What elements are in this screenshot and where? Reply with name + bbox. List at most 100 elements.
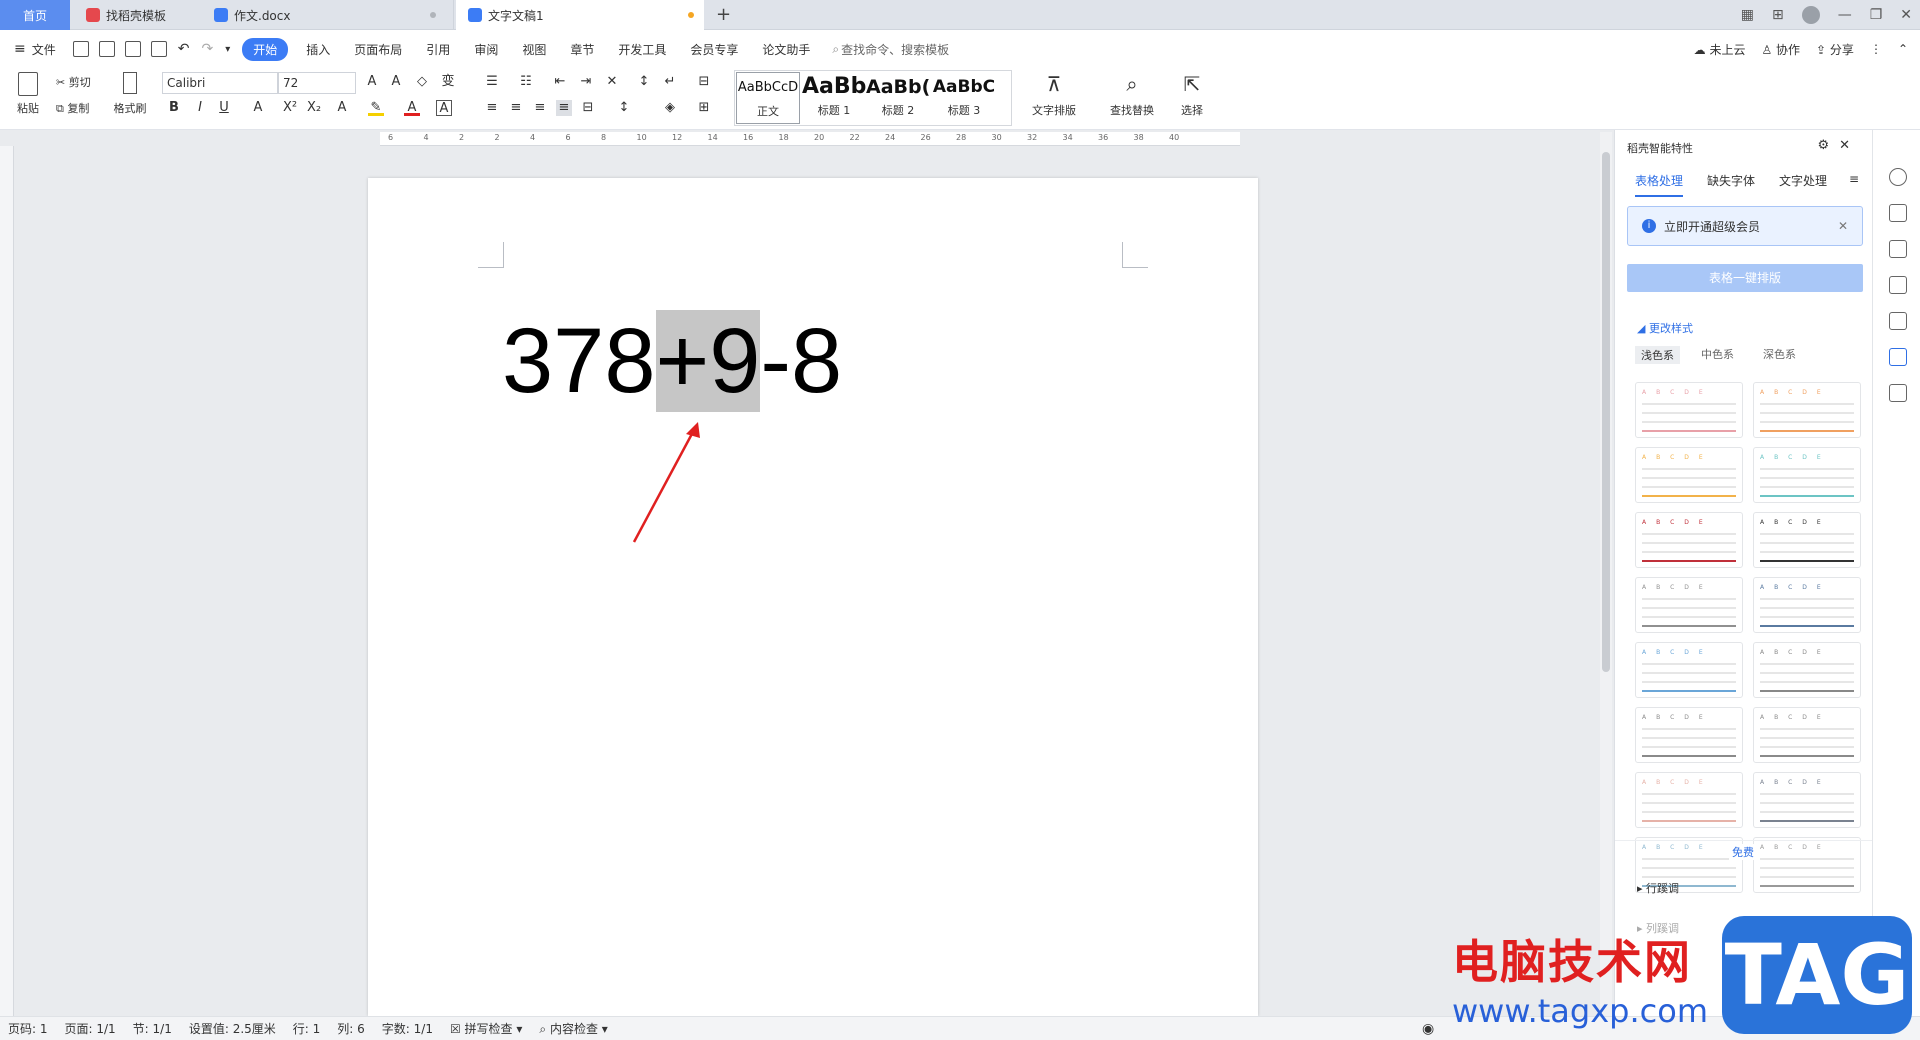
text-layout-button[interactable]: ⊼ 文字排版	[1026, 72, 1082, 118]
underline-icon[interactable]: U	[216, 100, 232, 116]
document-page[interactable]: 378+9-8	[368, 178, 1258, 1016]
panel-tab-fonts[interactable]: 缺失字体	[1707, 172, 1755, 189]
strikethrough-icon[interactable]: A	[250, 100, 266, 116]
paste-button[interactable]: 粘贴	[12, 72, 44, 116]
pointer-icon[interactable]	[1889, 240, 1907, 258]
select-button[interactable]: ⇱ 选择	[1172, 72, 1212, 118]
notice-close-icon[interactable]: ✕	[1838, 219, 1848, 233]
more-icon[interactable]: ⋮	[1870, 42, 1882, 56]
rocket-icon[interactable]	[1889, 168, 1907, 186]
horizontal-ruler[interactable]: 6 4 2 2 4 6 8 10 12 14 16 18 20 22 24 26 28 30 32 34 36 38 40	[380, 132, 1240, 146]
undo-icon[interactable]: ↶	[178, 41, 190, 57]
table-tools-icon[interactable]: ⊟	[696, 74, 712, 90]
panel-tab-table[interactable]: 表格处理	[1635, 172, 1684, 197]
export-pdf-icon[interactable]	[98, 41, 115, 57]
pen-icon[interactable]	[1889, 204, 1907, 222]
format-painter-button[interactable]: 格式刷	[110, 72, 150, 116]
redo-icon[interactable]: ↷	[201, 41, 213, 57]
cloud-status[interactable]: ☁ 未上云	[1694, 41, 1746, 58]
document-scrollbar[interactable]	[1600, 132, 1612, 1016]
numbering-icon[interactable]: ☷	[518, 74, 534, 90]
menu-review[interactable]: 审阅	[462, 41, 510, 58]
close-tab-icon[interactable]	[430, 12, 436, 18]
highlight-icon[interactable]: ✎	[368, 100, 384, 116]
menu-icon[interactable]: ≡	[14, 41, 26, 57]
shrink-font-icon[interactable]: A	[388, 74, 404, 90]
grow-font-icon[interactable]: A	[364, 74, 380, 90]
subscript-icon[interactable]: X₂	[306, 100, 322, 116]
bullets-icon[interactable]: ☰	[484, 74, 500, 90]
table-style-thumbnail[interactable]: ABCDE	[1635, 382, 1743, 438]
print-preview-icon[interactable]	[150, 41, 167, 57]
location-icon[interactable]	[1889, 348, 1907, 366]
menu-chapter[interactable]: 章节	[558, 41, 606, 58]
document-text[interactable]: 378+9-8	[502, 306, 842, 416]
menu-thesis[interactable]: 论文助手	[750, 41, 822, 58]
table-style-thumbnail[interactable]: ABCDE	[1753, 577, 1861, 633]
char-border-icon[interactable]: A	[436, 100, 452, 116]
decrease-indent-icon[interactable]: ⇤	[552, 74, 568, 90]
tab-current-doc[interactable]: 文字文稿1	[456, 0, 704, 30]
line-spacing-icon[interactable]: ↕	[616, 100, 632, 116]
content-check-button[interactable]: ⌕ 内容检查 ▾	[531, 1020, 616, 1037]
table-style-thumbnail[interactable]: ABCDE	[1753, 382, 1861, 438]
phonetic-icon[interactable]: 变	[440, 74, 456, 90]
subtab-dark[interactable]: 深色系	[1763, 346, 1796, 362]
subtab-light[interactable]: 浅色系	[1635, 346, 1680, 364]
chevron-down-icon[interactable]: ▾	[225, 44, 230, 55]
bold-icon[interactable]: B	[166, 100, 182, 116]
vertical-ruler[interactable]	[0, 146, 14, 1016]
status-page[interactable]: 页码: 1	[0, 1020, 57, 1037]
menu-references[interactable]: 引用	[414, 41, 462, 58]
tab-essay-doc[interactable]: 作文.docx	[202, 0, 454, 30]
font-name-select[interactable]: Calibri	[162, 72, 278, 94]
spell-check-button[interactable]: ☒ 拼写检查 ▾	[442, 1020, 531, 1037]
eye-protect-icon[interactable]: ◉	[1422, 1021, 1434, 1037]
superscript-icon[interactable]: X²	[282, 100, 298, 116]
table-style-thumbnail[interactable]: ABCDE	[1635, 447, 1743, 503]
table-style-thumbnail[interactable]: ABCDE	[1635, 577, 1743, 633]
menu-home-tab[interactable]: 开始	[242, 37, 289, 61]
table-style-thumbnail[interactable]: ABCDE	[1753, 707, 1861, 763]
table-style-thumbnail[interactable]: ABCDE	[1753, 837, 1861, 893]
panel-settings-icon[interactable]: ⚙✕	[1817, 138, 1860, 153]
find-replace-button[interactable]: ⌕ 查找替换	[1104, 72, 1160, 118]
align-right-icon[interactable]: ≡	[532, 100, 548, 116]
show-marks-icon[interactable]: ↵	[662, 74, 678, 90]
style-heading3[interactable]: AaBbC 标题 3	[932, 72, 996, 124]
cut-button[interactable]: ✂ 剪切	[56, 74, 91, 90]
scroll-thumb[interactable]	[1602, 152, 1610, 672]
subtab-medium[interactable]: 中色系	[1701, 346, 1734, 362]
close-icon[interactable]: ✕	[1900, 7, 1912, 23]
style-normal[interactable]: AaBbCcD 正文	[736, 72, 800, 124]
clear-format-icon[interactable]: ◇	[414, 74, 430, 90]
minimize-icon[interactable]: —	[1838, 7, 1852, 23]
table-style-thumbnail[interactable]: ABCDE	[1753, 772, 1861, 828]
table-style-thumbnail[interactable]: ABCDE	[1635, 512, 1743, 568]
style-heading1[interactable]: AaBb 标题 1	[802, 72, 866, 124]
vip-notice[interactable]: i 立即开通超级会员 ✕	[1627, 206, 1863, 246]
tab-home[interactable]: 首页	[0, 0, 70, 30]
row-adjust-section[interactable]: ▸ 行蹊调	[1637, 880, 1679, 896]
selected-text[interactable]: +9	[655, 310, 761, 412]
menu-insert[interactable]: 插入	[294, 41, 342, 58]
menu-file[interactable]: 文件	[26, 41, 68, 58]
save-icon[interactable]	[72, 41, 89, 57]
table-style-thumbnail[interactable]: ABCDE	[1753, 512, 1861, 568]
status-setting[interactable]: 设置值: 2.5厘米	[181, 1020, 285, 1037]
restore-icon[interactable]: ❐	[1870, 7, 1883, 23]
menu-page-layout[interactable]: 页面布局	[342, 41, 414, 58]
table-style-thumbnail[interactable]: ABCDE	[1753, 642, 1861, 698]
image-icon[interactable]	[1889, 312, 1907, 330]
font-size-select[interactable]: 72	[278, 72, 356, 94]
panel-menu-icon[interactable]: ≡	[1849, 172, 1859, 186]
avatar[interactable]	[1801, 6, 1820, 24]
italic-icon[interactable]: I	[192, 100, 208, 116]
chinese-layout-icon[interactable]: ✕	[604, 74, 620, 90]
status-words[interactable]: 字数: 1/1	[374, 1020, 442, 1037]
align-left-icon[interactable]: ≡	[484, 100, 500, 116]
grid-icon[interactable]: ⊞	[1772, 7, 1784, 23]
print-icon[interactable]	[124, 41, 141, 57]
increase-indent-icon[interactable]: ⇥	[578, 74, 594, 90]
align-center-icon[interactable]: ≡	[508, 100, 524, 116]
